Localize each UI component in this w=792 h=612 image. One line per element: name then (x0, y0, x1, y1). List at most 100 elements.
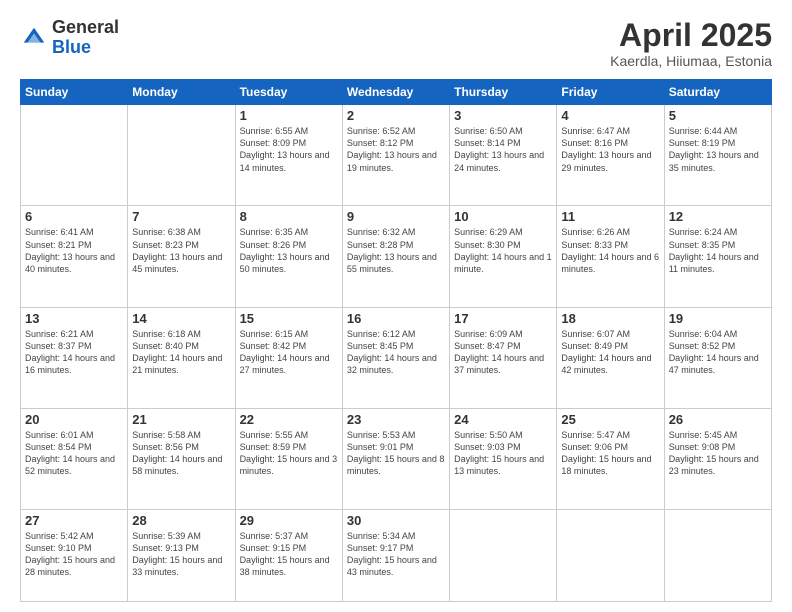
day-info: Sunrise: 6:44 AMSunset: 8:19 PMDaylight:… (669, 125, 767, 174)
week-row-2: 6 Sunrise: 6:41 AMSunset: 8:21 PMDaylight… (21, 206, 772, 307)
title-block: April 2025 Kaerdla, Hiiumaa, Estonia (610, 18, 772, 69)
day-number: 19 (669, 311, 767, 326)
day-info: Sunrise: 5:50 AMSunset: 9:03 PMDaylight:… (454, 429, 552, 478)
day-number: 3 (454, 108, 552, 123)
calendar-table: SundayMondayTuesdayWednesdayThursdayFrid… (20, 79, 772, 602)
day-info: Sunrise: 6:50 AMSunset: 8:14 PMDaylight:… (454, 125, 552, 174)
day-cell (128, 105, 235, 206)
day-number: 10 (454, 209, 552, 224)
day-number: 8 (240, 209, 338, 224)
day-number: 25 (561, 412, 659, 427)
week-row-5: 27 Sunrise: 5:42 AMSunset: 9:10 PMDayligh… (21, 509, 772, 601)
day-cell: 20 Sunrise: 6:01 AMSunset: 8:54 PMDayligh… (21, 408, 128, 509)
day-cell: 25 Sunrise: 5:47 AMSunset: 9:06 PMDayligh… (557, 408, 664, 509)
day-number: 4 (561, 108, 659, 123)
day-number: 21 (132, 412, 230, 427)
day-cell: 4 Sunrise: 6:47 AMSunset: 8:16 PMDaylight… (557, 105, 664, 206)
day-number: 9 (347, 209, 445, 224)
day-number: 12 (669, 209, 767, 224)
week-row-4: 20 Sunrise: 6:01 AMSunset: 8:54 PMDayligh… (21, 408, 772, 509)
day-cell: 19 Sunrise: 6:04 AMSunset: 8:52 PMDayligh… (664, 307, 771, 408)
day-cell: 15Sunrise: 6:15 AMSunset: 8:42 PMDayligh… (235, 307, 342, 408)
day-cell: 13 Sunrise: 6:21 AMSunset: 8:37 PMDayligh… (21, 307, 128, 408)
day-number: 29 (240, 513, 338, 528)
day-number: 28 (132, 513, 230, 528)
day-cell: 16 Sunrise: 6:12 AMSunset: 8:45 PMDayligh… (342, 307, 449, 408)
day-info: Sunrise: 6:12 AMSunset: 8:45 PMDaylight:… (347, 328, 445, 377)
day-info: Sunrise: 6:32 AMSunset: 8:28 PMDaylight:… (347, 226, 445, 275)
logo-icon (20, 24, 48, 52)
day-info: Sunrise: 6:52 AMSunset: 8:12 PMDaylight:… (347, 125, 445, 174)
day-cell: 10 Sunrise: 6:29 AMSunset: 8:30 PMDayligh… (450, 206, 557, 307)
day-info: Sunrise: 6:09 AMSunset: 8:47 PMDaylight:… (454, 328, 552, 377)
day-cell: 9 Sunrise: 6:32 AMSunset: 8:28 PMDaylight… (342, 206, 449, 307)
day-cell: 29 Sunrise: 5:37 AMSunset: 9:15 PMDayligh… (235, 509, 342, 601)
day-info: Sunrise: 5:34 AMSunset: 9:17 PMDaylight:… (347, 530, 445, 579)
logo: General Blue (20, 18, 119, 58)
week-row-1: 1 Sunrise: 6:55 AMSunset: 8:09 PMDaylight… (21, 105, 772, 206)
day-info: Sunrise: 5:58 AMSunset: 8:56 PMDaylight:… (132, 429, 230, 478)
day-cell: 21 Sunrise: 5:58 AMSunset: 8:56 PMDayligh… (128, 408, 235, 509)
day-info: Sunrise: 6:41 AMSunset: 8:21 PMDaylight:… (25, 226, 123, 275)
day-info: Sunrise: 6:18 AMSunset: 8:40 PMDaylight:… (132, 328, 230, 377)
day-number: 24 (454, 412, 552, 427)
day-number: 6 (25, 209, 123, 224)
day-info: Sunrise: 6:01 AMSunset: 8:54 PMDaylight:… (25, 429, 123, 478)
day-info: Sunrise: 5:47 AMSunset: 9:06 PMDaylight:… (561, 429, 659, 478)
day-cell: 8 Sunrise: 6:35 AMSunset: 8:26 PMDaylight… (235, 206, 342, 307)
logo-text: General Blue (52, 18, 119, 58)
day-number: 16 (347, 311, 445, 326)
logo-general: General (52, 17, 119, 37)
day-info: Sunrise: 6:35 AMSunset: 8:26 PMDaylight:… (240, 226, 338, 275)
day-number: 7 (132, 209, 230, 224)
day-info: Sunrise: 6:29 AMSunset: 8:30 PMDaylight:… (454, 226, 552, 275)
day-number: 30 (347, 513, 445, 528)
logo-blue: Blue (52, 37, 91, 57)
day-info: Sunrise: 6:21 AMSunset: 8:37 PMDaylight:… (25, 328, 123, 377)
day-number: 1 (240, 108, 338, 123)
day-number: 13 (25, 311, 123, 326)
day-cell: 12 Sunrise: 6:24 AMSunset: 8:35 PMDayligh… (664, 206, 771, 307)
day-number: 22 (240, 412, 338, 427)
day-info: Sunrise: 5:53 AMSunset: 9:01 PMDaylight:… (347, 429, 445, 478)
day-info: Sunrise: 6:04 AMSunset: 8:52 PMDaylight:… (669, 328, 767, 377)
day-number: 11 (561, 209, 659, 224)
day-number: 20 (25, 412, 123, 427)
day-info: Sunrise: 5:42 AMSunset: 9:10 PMDaylight:… (25, 530, 123, 579)
day-info: Sunrise: 6:55 AMSunset: 8:09 PMDaylight:… (240, 125, 338, 174)
day-cell: 2 Sunrise: 6:52 AMSunset: 8:12 PMDaylight… (342, 105, 449, 206)
weekday-header-friday: Friday (557, 80, 664, 105)
day-number: 5 (669, 108, 767, 123)
weekday-header-wednesday: Wednesday (342, 80, 449, 105)
day-info: Sunrise: 6:47 AMSunset: 8:16 PMDaylight:… (561, 125, 659, 174)
day-number: 27 (25, 513, 123, 528)
day-cell: 26 Sunrise: 5:45 AMSunset: 9:08 PMDayligh… (664, 408, 771, 509)
page: General Blue April 2025 Kaerdla, Hiiumaa… (0, 0, 792, 612)
day-number: 26 (669, 412, 767, 427)
day-cell (664, 509, 771, 601)
weekday-header-row: SundayMondayTuesdayWednesdayThursdayFrid… (21, 80, 772, 105)
day-cell: 24 Sunrise: 5:50 AMSunset: 9:03 PMDayligh… (450, 408, 557, 509)
day-info: Sunrise: 5:39 AMSunset: 9:13 PMDaylight:… (132, 530, 230, 579)
day-number: 14 (132, 311, 230, 326)
day-info: Sunrise: 5:45 AMSunset: 9:08 PMDaylight:… (669, 429, 767, 478)
weekday-header-monday: Monday (128, 80, 235, 105)
day-info: Sunrise: 6:26 AMSunset: 8:33 PMDaylight:… (561, 226, 659, 275)
day-number: 2 (347, 108, 445, 123)
month-title: April 2025 (610, 18, 772, 53)
day-cell: 3 Sunrise: 6:50 AMSunset: 8:14 PMDaylight… (450, 105, 557, 206)
day-info: Sunrise: 6:07 AMSunset: 8:49 PMDaylight:… (561, 328, 659, 377)
day-cell: 7 Sunrise: 6:38 AMSunset: 8:23 PMDaylight… (128, 206, 235, 307)
weekday-header-tuesday: Tuesday (235, 80, 342, 105)
day-info: Sunrise: 6:24 AMSunset: 8:35 PMDaylight:… (669, 226, 767, 275)
weekday-header-thursday: Thursday (450, 80, 557, 105)
day-info: Sunrise: 6:38 AMSunset: 8:23 PMDaylight:… (132, 226, 230, 275)
day-cell (450, 509, 557, 601)
day-cell: 22Sunrise: 5:55 AMSunset: 8:59 PMDayligh… (235, 408, 342, 509)
weekday-header-saturday: Saturday (664, 80, 771, 105)
day-cell: 6 Sunrise: 6:41 AMSunset: 8:21 PMDaylight… (21, 206, 128, 307)
day-cell: 18 Sunrise: 6:07 AMSunset: 8:49 PMDayligh… (557, 307, 664, 408)
day-info: Sunrise: 5:37 AMSunset: 9:15 PMDaylight:… (240, 530, 338, 579)
day-number: 18 (561, 311, 659, 326)
day-cell (21, 105, 128, 206)
